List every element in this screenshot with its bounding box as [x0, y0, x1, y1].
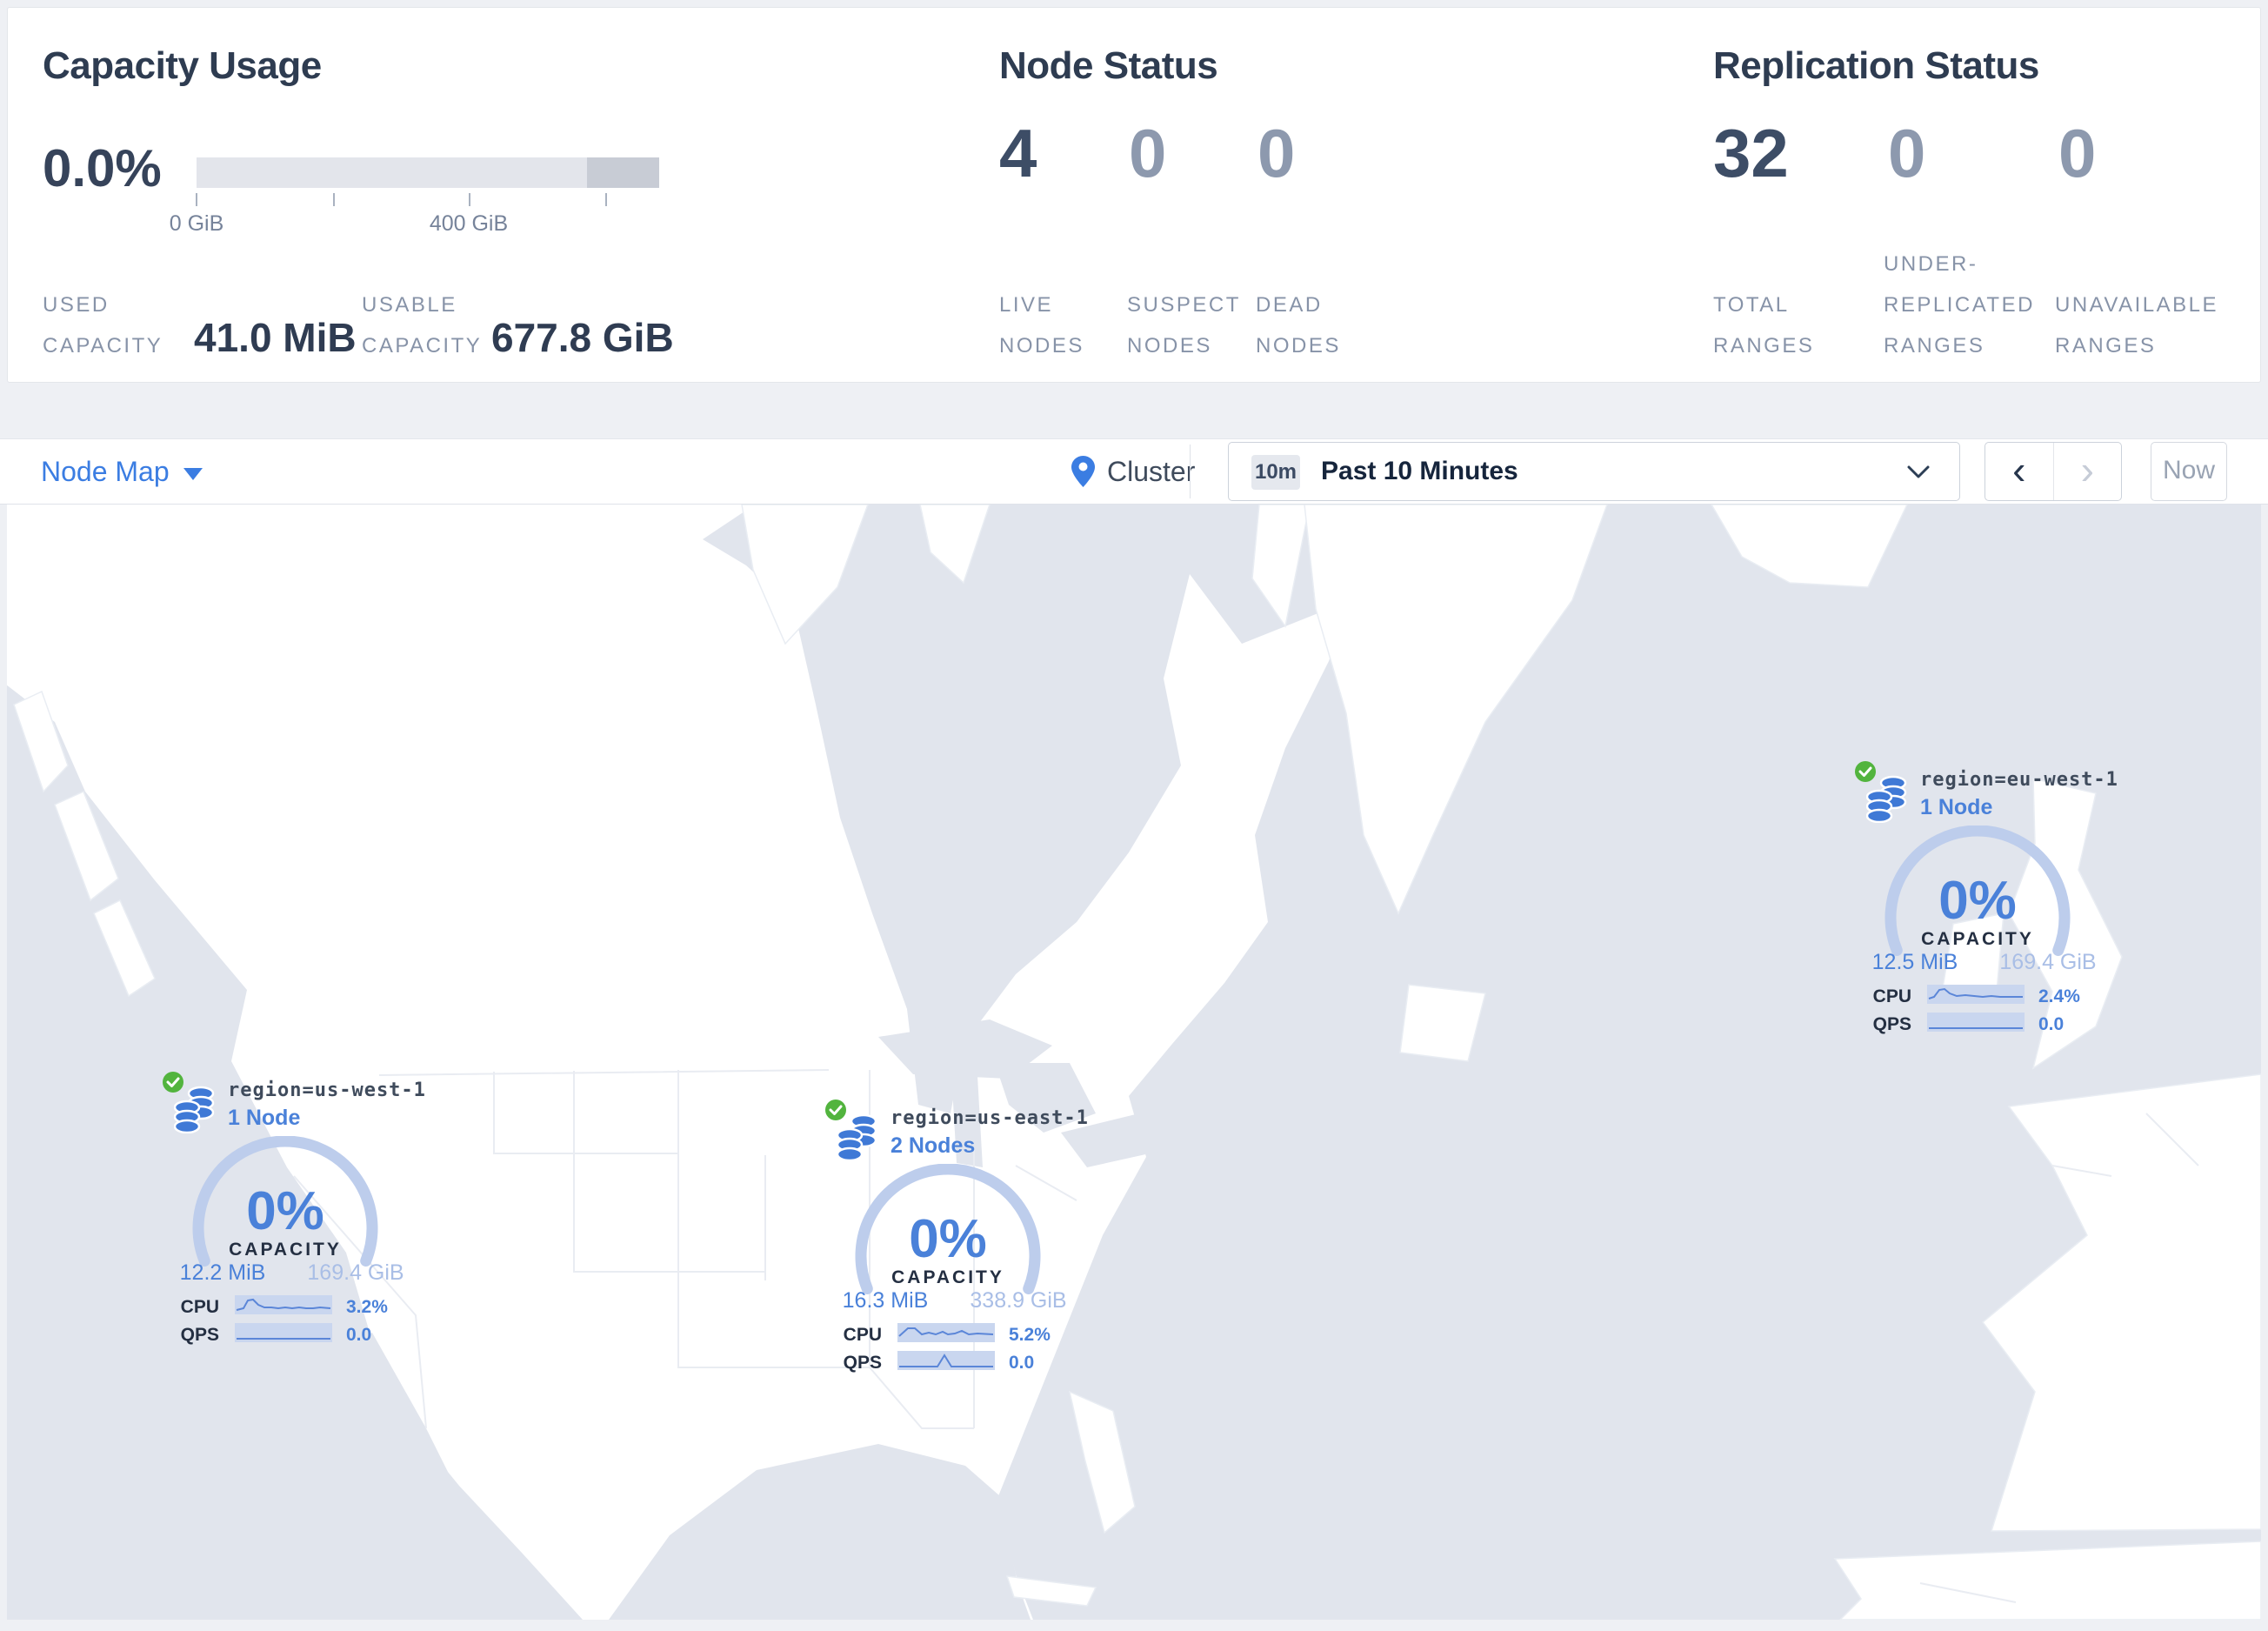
qps-value: 0.0 — [2038, 1014, 2065, 1034]
world-map — [7, 505, 2261, 1620]
map-toolbar: Node Map Cluster 10m Past 10 Minutes ‹ ›… — [0, 438, 2268, 505]
usable-capacity-value: 677.8 GiB — [491, 315, 674, 360]
usable-capacity-label: USABLE CAPACITY — [362, 293, 483, 358]
region-marker-us-east-1[interactable]: region=us-east-1 2 Nodes 0% CAPACITY 16.… — [824, 1099, 1088, 1386]
qps-value: 0.0 — [1009, 1353, 1035, 1373]
region-label: region=us-east-1 — [891, 1107, 1089, 1129]
total-ranges-count: 32 — [1713, 115, 1789, 191]
cpu-sparkline — [897, 1323, 995, 1342]
region-marker-us-west-1[interactable]: region=us-west-1 1 Node 0% CAPACITY 12.2… — [162, 1071, 425, 1358]
suspect-nodes-label: SUSPECT NODES — [1127, 293, 1241, 358]
total-ranges-label: TOTAL RANGES — [1713, 293, 1815, 358]
cpu-value: 5.2% — [1009, 1325, 1051, 1345]
region-marker-eu-west-1[interactable]: region=eu-west-1 1 Node 0% CAPACITY 12.5… — [1854, 760, 2118, 1047]
axis-tick — [469, 193, 470, 206]
live-nodes-count: 4 — [999, 115, 1037, 191]
cpu-label: CPU — [1872, 986, 1911, 1006]
node-status-title: Node Status — [999, 44, 1218, 87]
chevron-down-icon — [183, 467, 203, 480]
replication-status-panel: Replication Status 32 0 0 TOTAL RANGES U… — [1713, 8, 2262, 382]
view-dropdown[interactable]: Node Map — [41, 439, 203, 504]
time-range-badge: 10m — [1251, 455, 1300, 490]
capacity-gauge-percent: 0% — [1938, 871, 2017, 931]
region-label: region=us-west-1 — [228, 1080, 426, 1101]
under-replicated-count: 0 — [1888, 115, 1926, 191]
capacity-usage-title: Capacity Usage — [43, 44, 322, 87]
dead-nodes-label: DEAD NODES — [1256, 293, 1341, 358]
cpu-value: 2.4% — [2038, 986, 2080, 1006]
qps-sparkline — [897, 1351, 995, 1370]
capacity-usage-panel: Capacity Usage 0.0% 0 GiB 400 GiB USED C… — [8, 8, 964, 382]
replication-status-title: Replication Status — [1713, 44, 2039, 87]
capacity-bar-reserved-segment — [587, 157, 659, 188]
qps-label: QPS — [1872, 1014, 1911, 1034]
capacity-gauge-percent: 0% — [246, 1181, 324, 1241]
region-total-capacity: 338.9 GiB — [970, 1288, 1067, 1313]
cluster-summary-card: Capacity Usage 0.0% 0 GiB 400 GiB USED C… — [7, 7, 2261, 383]
capacity-percent: 0.0% — [43, 139, 162, 197]
region-label: region=eu-west-1 — [1920, 769, 2118, 791]
axis-label-zero: 0 GiB — [169, 211, 224, 236]
region-used-capacity: 16.3 MiB — [842, 1288, 929, 1313]
qps-sparkline — [1927, 1013, 2025, 1032]
time-range-select[interactable]: 10m Past 10 Minutes — [1228, 442, 1960, 501]
qps-label: QPS — [180, 1325, 219, 1345]
toolbar-divider — [1190, 445, 1191, 498]
unavailable-label: UNAVAILABLE RANGES — [2055, 293, 2219, 358]
region-node-count: 1 Node — [1920, 795, 1993, 819]
node-map: region=us-west-1 1 Node 0% CAPACITY 12.2… — [7, 505, 2261, 1620]
axis-tick — [196, 193, 197, 206]
database-icon — [174, 1086, 215, 1133]
capacity-gauge-label: CAPACITY — [229, 1240, 342, 1260]
capacity-gauge-label: CAPACITY — [891, 1267, 1004, 1287]
region-total-capacity: 169.4 GiB — [1999, 950, 2097, 974]
used-capacity-value: 41.0 MiB — [194, 315, 357, 360]
breadcrumb[interactable]: Cluster — [1071, 439, 1195, 504]
breadcrumb-label: Cluster — [1107, 455, 1196, 487]
map-pin-icon — [1071, 456, 1095, 487]
dead-nodes-count: 0 — [1257, 115, 1296, 191]
unavailable-count: 0 — [2058, 115, 2097, 191]
prev-range-button[interactable]: ‹ — [1985, 443, 2054, 500]
view-dropdown-label: Node Map — [41, 456, 170, 487]
node-status-panel: Node Status 4 0 0 LIVE NODES SUSPECT NOD… — [999, 8, 1678, 382]
under-replicated-label: UNDER- REPLICATED RANGES — [1884, 252, 2035, 358]
suspect-nodes-count: 0 — [1129, 115, 1167, 191]
region-node-count: 2 Nodes — [891, 1133, 976, 1158]
cpu-label: CPU — [180, 1297, 219, 1317]
now-button[interactable]: Now — [2151, 442, 2227, 501]
live-nodes-label: LIVE NODES — [999, 293, 1084, 358]
time-range-label: Past 10 Minutes — [1321, 457, 1518, 485]
qps-label: QPS — [843, 1353, 882, 1373]
axis-label-400: 400 GiB — [429, 211, 509, 236]
cpu-sparkline — [235, 1295, 332, 1314]
qps-sparkline — [235, 1323, 332, 1342]
database-icon — [1866, 775, 1907, 823]
capacity-bar — [197, 157, 659, 188]
region-node-count: 1 Node — [228, 1106, 301, 1130]
cpu-sparkline — [1927, 985, 2025, 1004]
database-icon — [837, 1113, 877, 1161]
region-total-capacity: 169.4 GiB — [307, 1260, 404, 1285]
used-capacity-label: USED CAPACITY — [43, 293, 163, 358]
time-pager: ‹ › — [1984, 442, 2122, 501]
axis-tick — [605, 193, 607, 206]
region-used-capacity: 12.2 MiB — [179, 1260, 266, 1285]
cpu-label: CPU — [843, 1325, 882, 1345]
capacity-gauge-label: CAPACITY — [1921, 929, 2034, 949]
capacity-gauge-percent: 0% — [909, 1209, 987, 1269]
qps-value: 0.0 — [346, 1325, 372, 1345]
next-range-button[interactable]: › — [2054, 443, 2122, 500]
cpu-value: 3.2% — [346, 1297, 388, 1317]
region-used-capacity: 12.5 MiB — [1871, 950, 1958, 974]
axis-tick — [333, 193, 335, 206]
chevron-down-icon — [1907, 465, 1930, 478]
